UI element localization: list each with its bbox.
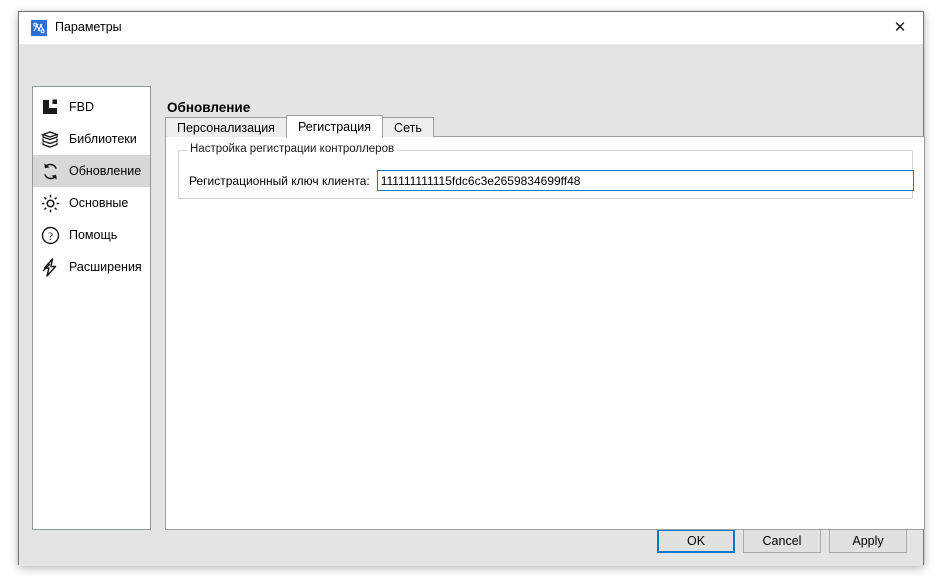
window-title: Параметры <box>55 20 122 34</box>
sidebar-item-help[interactable]: ? Помощь <box>33 219 150 251</box>
registration-group-box: Настройка регистрации контроллеров Регис… <box>178 143 914 199</box>
close-button[interactable]: ✕ <box>877 12 923 43</box>
sidebar-item-label: Помощь <box>69 228 118 242</box>
registration-key-label: Регистрационный ключ клиента: <box>189 173 370 188</box>
settings-dialog: Параметры ✕ FBD Библиотеки Обновление Ос… <box>18 11 925 566</box>
sidebar-item-extensions[interactable]: Расширения <box>33 251 150 283</box>
sidebar: FBD Библиотеки Обновление Основные ? Пом… <box>32 86 151 530</box>
sidebar-item-label: FBD <box>69 100 94 114</box>
tab-strip: Персонализация Регистрация Сеть <box>165 115 434 138</box>
tab-content-panel: Настройка регистрации контроллеров Регис… <box>165 136 925 530</box>
tab-label: Сеть <box>394 120 422 135</box>
sidebar-item-label: Основные <box>69 196 129 210</box>
sidebar-item-libraries[interactable]: Библиотеки <box>33 123 150 155</box>
help-icon: ? <box>38 223 62 247</box>
sidebar-item-label: Обновление <box>69 164 142 178</box>
dialog-body: FBD Библиотеки Обновление Основные ? Пом… <box>19 45 925 566</box>
library-icon <box>38 127 62 151</box>
svg-text:?: ? <box>47 231 52 243</box>
tab-registration[interactable]: Регистрация <box>285 115 384 138</box>
page-title: Обновление <box>167 100 251 115</box>
lightning-icon <box>38 255 62 279</box>
registration-key-input[interactable] <box>376 170 914 191</box>
app-icon <box>31 20 47 36</box>
gear-icon <box>38 191 62 215</box>
apply-button[interactable]: Apply <box>829 529 907 553</box>
title-bar: Параметры ✕ <box>19 12 923 45</box>
dialog-buttons: OK Cancel Apply <box>657 529 907 553</box>
sidebar-item-label: Библиотеки <box>69 132 137 146</box>
fbd-icon <box>38 95 62 119</box>
registration-key-row: Регистрационный ключ клиента: <box>189 170 914 191</box>
tab-personalization[interactable]: Персонализация <box>165 117 287 137</box>
ok-button[interactable]: OK <box>657 529 735 553</box>
group-box-legend: Настройка регистрации контроллеров <box>187 143 398 155</box>
tab-label: Регистрация <box>297 119 372 134</box>
screen: Параметры ✕ FBD Библиотеки Обновление Ос… <box>0 0 942 579</box>
sidebar-item-fbd[interactable]: FBD <box>33 91 150 123</box>
tab-label: Персонализация <box>177 120 275 135</box>
sidebar-item-update[interactable]: Обновление <box>33 155 150 187</box>
cancel-button[interactable]: Cancel <box>743 529 821 553</box>
refresh-icon <box>38 159 62 183</box>
close-icon: ✕ <box>893 18 907 36</box>
sidebar-item-general[interactable]: Основные <box>33 187 150 219</box>
tab-network[interactable]: Сеть <box>382 117 434 137</box>
sidebar-item-label: Расширения <box>69 260 142 274</box>
